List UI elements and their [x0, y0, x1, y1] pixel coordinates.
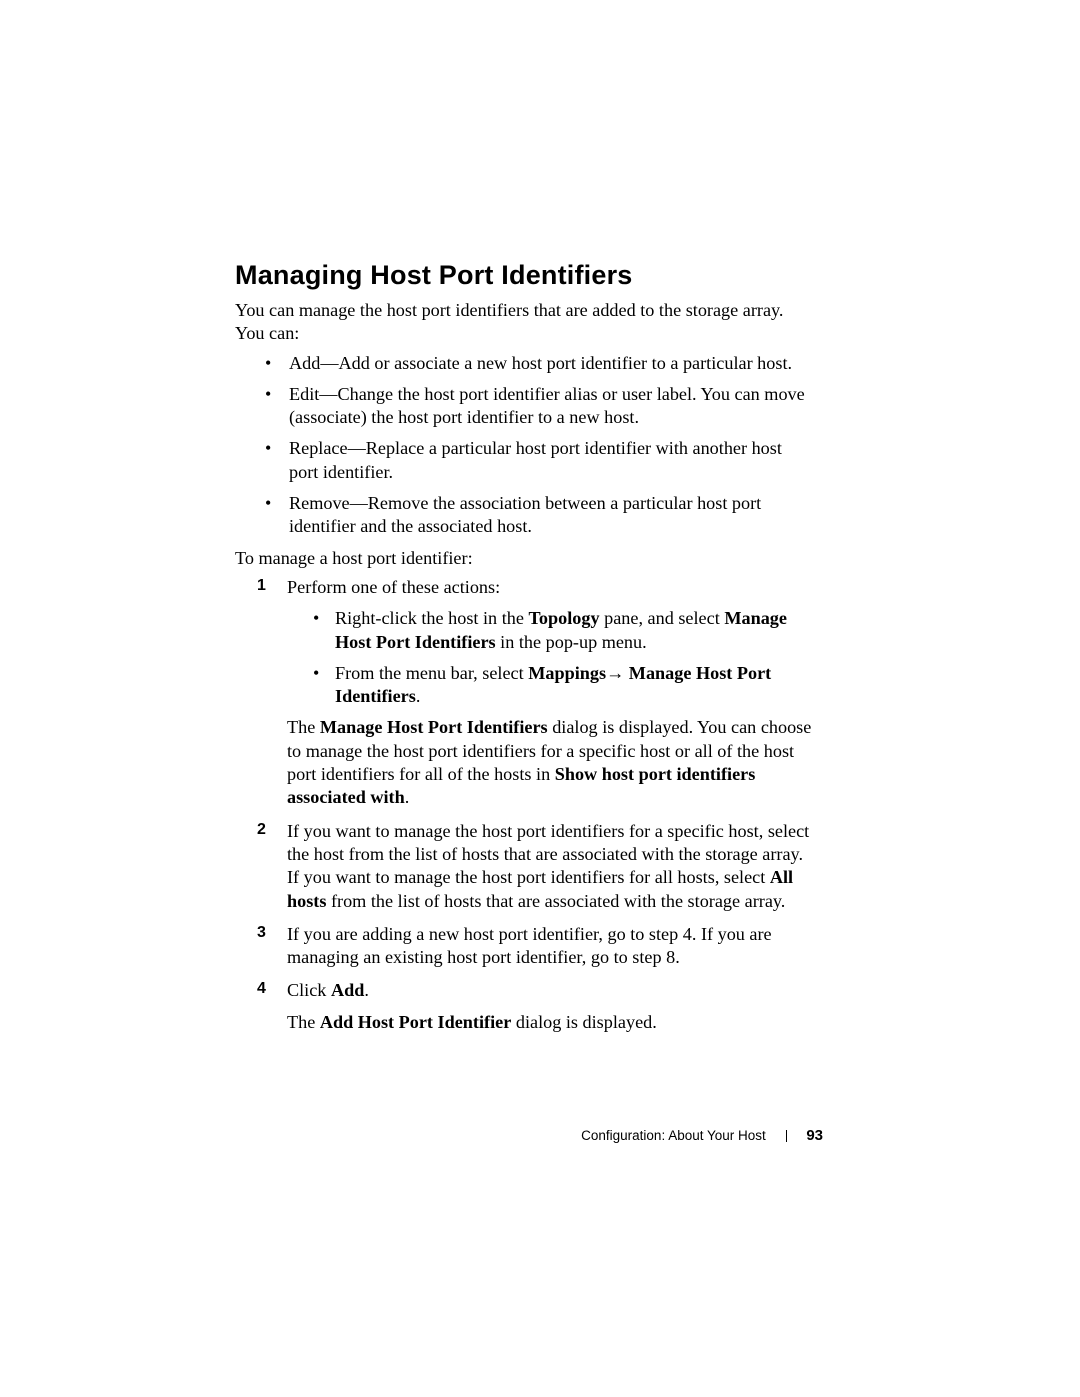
procedure-lead: To manage a host port identifier:	[235, 547, 815, 570]
list-item: Edit—Change the host port identifier ali…	[265, 383, 815, 430]
intro-paragraph: You can manage the host port identifiers…	[235, 299, 815, 346]
arrow-icon: →	[606, 663, 629, 683]
footer-section: Configuration: About Your Host	[581, 1128, 766, 1143]
bold-term: Add Host Port Identifier	[320, 1012, 511, 1032]
text-run: pane, and select	[600, 608, 725, 628]
list-item: Remove—Remove the association between a …	[265, 492, 815, 539]
text-run: Right-click the host in the	[335, 608, 528, 628]
step-1: 1 Perform one of these actions: Right-cl…	[257, 576, 815, 810]
step-number: 4	[257, 979, 266, 999]
step-text: If you are adding a new host port identi…	[287, 924, 772, 967]
list-item: Replace—Replace a particular host port i…	[265, 437, 815, 484]
text-run: dialog is displayed.	[511, 1012, 656, 1032]
text-run: .	[416, 686, 421, 706]
bold-term: Topology	[528, 608, 599, 628]
step-1-sublist: Right-click the host in the Topology pan…	[287, 607, 815, 708]
step-3: 3 If you are adding a new host port iden…	[257, 923, 815, 970]
action-bullet-list: Add—Add or associate a new host port ide…	[235, 352, 815, 539]
text-run: The	[287, 717, 320, 737]
procedure-steps: 1 Perform one of these actions: Right-cl…	[235, 576, 815, 1034]
footer-divider	[786, 1130, 787, 1142]
list-item: Add—Add or associate a new host port ide…	[265, 352, 815, 375]
text-run: The	[287, 1012, 320, 1032]
bold-term: Mappings	[528, 663, 606, 683]
page-number: 93	[806, 1127, 823, 1144]
step-number: 3	[257, 923, 266, 943]
bold-term: Manage Host Port Identifiers	[320, 717, 548, 737]
page-footer: Configuration: About Your Host 93	[0, 1127, 823, 1144]
section-heading: Managing Host Port Identifiers	[235, 260, 815, 291]
step-number: 1	[257, 576, 266, 596]
bold-term: Add	[331, 980, 364, 1000]
step-text: Perform one of these actions:	[287, 577, 500, 597]
page-content: Managing Host Port Identifiers You can m…	[235, 260, 815, 1044]
text-run: .	[405, 787, 410, 807]
text-run: from the list of hosts that are associat…	[326, 891, 785, 911]
text-run: From the menu bar, select	[335, 663, 528, 683]
text-run: If you want to manage the host port iden…	[287, 821, 809, 888]
step-1-result: The Manage Host Port Identifiers dialog …	[287, 716, 815, 809]
text-run: in the pop-up menu.	[496, 632, 647, 652]
step-4-result: The Add Host Port Identifier dialog is d…	[287, 1011, 815, 1034]
step-4: 4 Click Add. The Add Host Port Identifie…	[257, 979, 815, 1034]
text-run: Click	[287, 980, 331, 1000]
text-run: .	[364, 980, 369, 1000]
list-item: From the menu bar, select Mappings→ Mana…	[313, 662, 815, 709]
step-number: 2	[257, 820, 266, 840]
step-2: 2 If you want to manage the host port id…	[257, 820, 815, 913]
list-item: Right-click the host in the Topology pan…	[313, 607, 815, 654]
